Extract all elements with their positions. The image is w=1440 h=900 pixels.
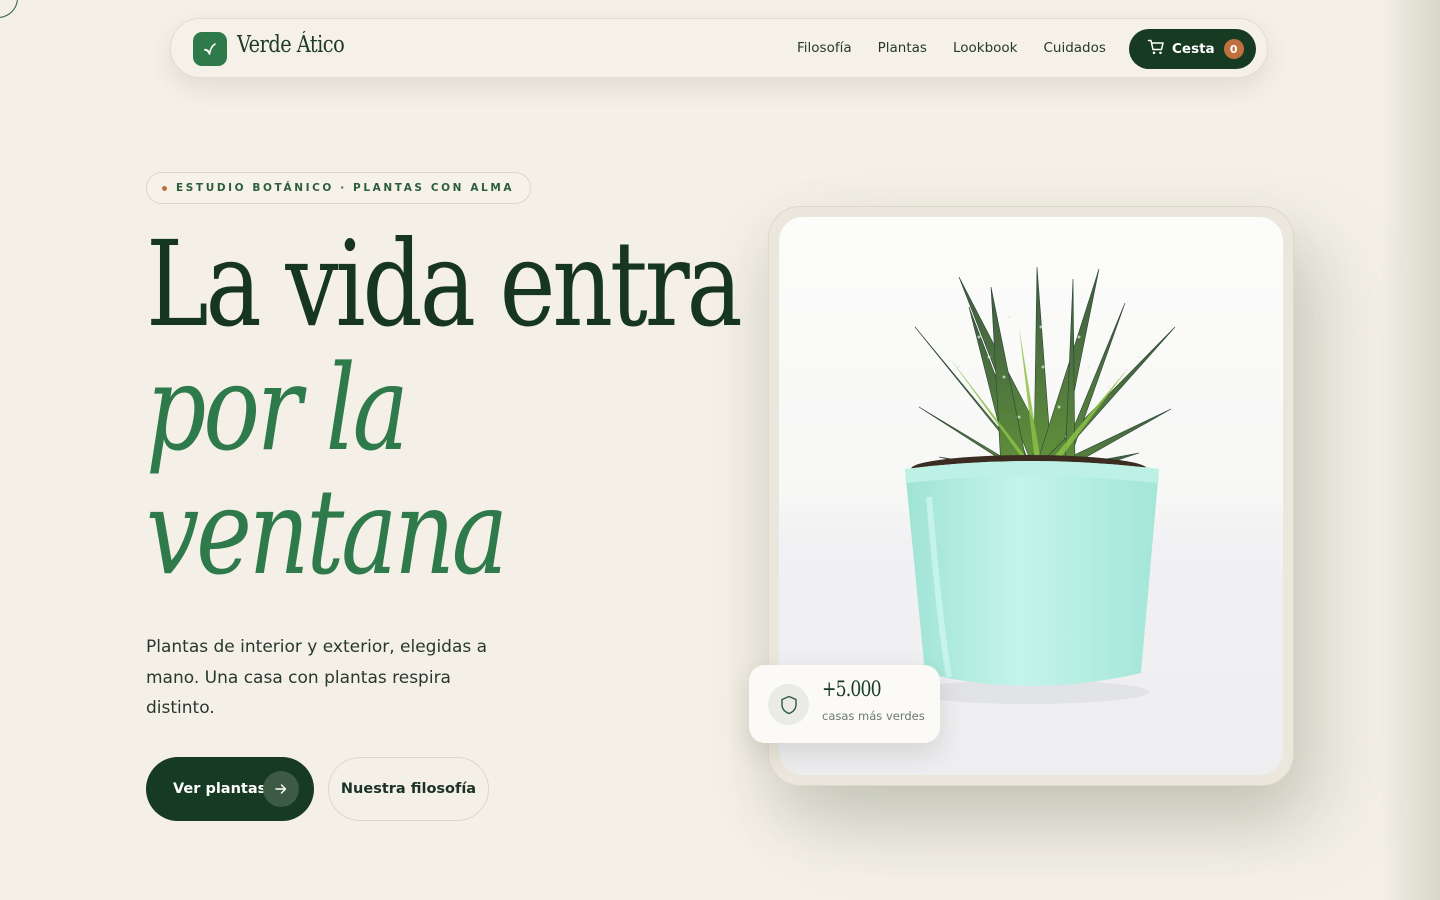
headline-line-1: La vida entra	[146, 215, 743, 353]
nav-link-lookbook[interactable]: Lookbook	[953, 40, 1018, 56]
shield-icon	[768, 684, 809, 725]
ver-plantas-button[interactable]: Ver plantas	[146, 757, 314, 821]
eyebrow-text: ESTUDIO BOTÁNICO · PLANTAS CON ALMA	[176, 182, 515, 194]
cart-label: Cesta	[1172, 41, 1215, 57]
corner-ring-decoration	[0, 0, 18, 18]
nav-link-plantas[interactable]: Plantas	[878, 40, 927, 56]
nuestra-filosofia-label: Nuestra filosofía	[340, 781, 477, 797]
hero-subtitle: Plantas de interior y exterior, elegidas…	[146, 637, 488, 718]
cart-button[interactable]: Cesta 0	[1129, 29, 1256, 69]
stat-card: +5.000 casas más verdes	[749, 665, 940, 743]
headline-line-2: por la	[146, 339, 409, 477]
stat-value: +5.000	[822, 677, 882, 701]
ver-plantas-label: Ver plantas	[173, 781, 267, 797]
eyebrow-badge: ESTUDIO BOTÁNICO · PLANTAS CON ALMA	[146, 172, 532, 204]
hero-headline: La vida entra por la ventana	[146, 215, 743, 601]
logo-leaf-icon[interactable]	[193, 32, 227, 66]
nav-links: Filosofía Plantas Lookbook Cuidados	[797, 40, 1106, 56]
stat-label: casas más verdes	[822, 709, 925, 723]
top-navigation: Verde Ático Filosofía Plantas Lookbook C…	[170, 18, 1268, 78]
brand-name[interactable]: Verde Ático	[237, 32, 345, 58]
cart-count-badge: 0	[1223, 39, 1244, 59]
arrow-right-icon	[263, 771, 299, 807]
eyebrow-dot	[162, 185, 167, 191]
cart-icon	[1147, 38, 1165, 60]
nav-link-filosofia[interactable]: Filosofía	[797, 40, 852, 56]
headline-line-3: ventana	[146, 463, 508, 601]
nav-link-cuidados[interactable]: Cuidados	[1043, 40, 1105, 56]
nuestra-filosofia-button[interactable]: Nuestra filosofía	[328, 757, 489, 821]
edge-shade	[1380, 0, 1440, 900]
